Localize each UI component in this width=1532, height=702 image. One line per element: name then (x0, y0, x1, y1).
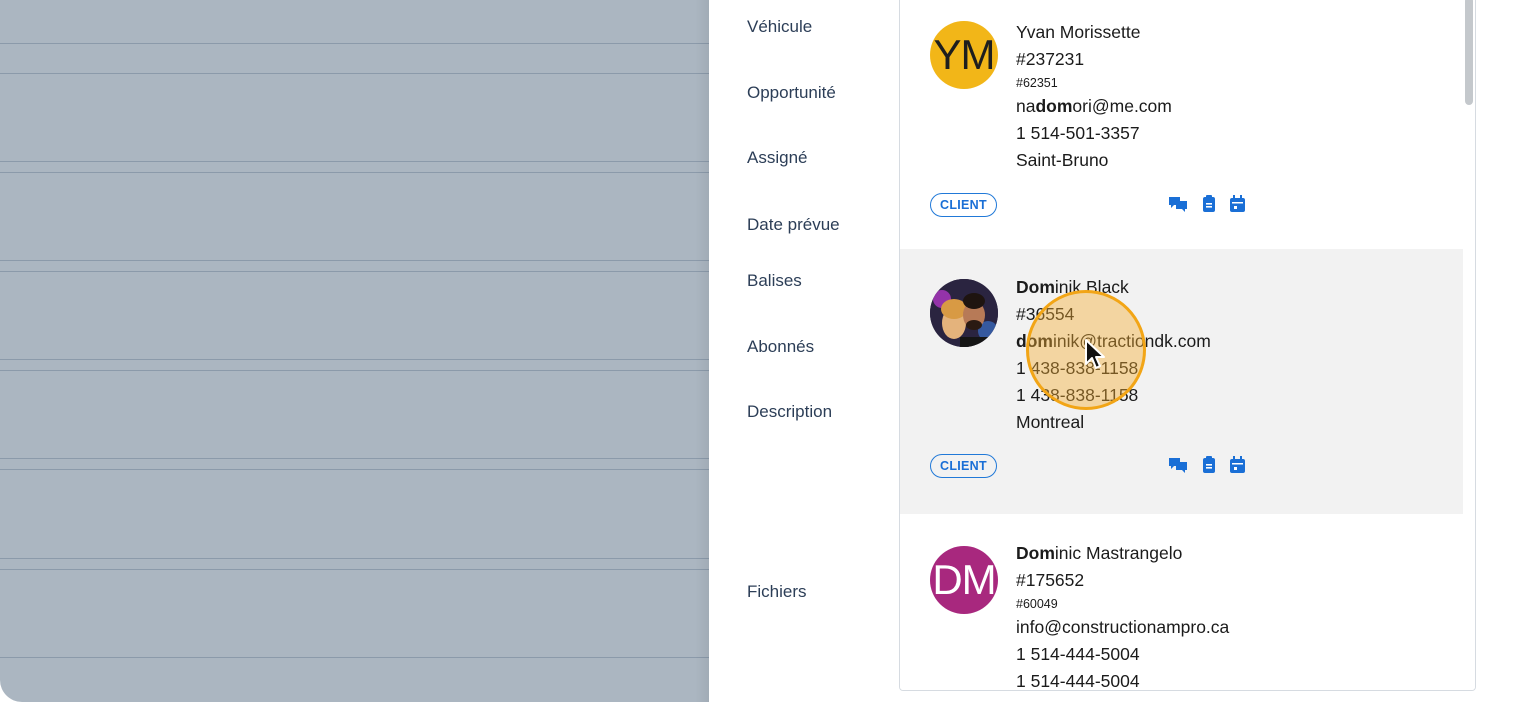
contact-email: info@constructionampro.ca (1016, 617, 1230, 637)
label-assigne: Assigné (747, 148, 808, 167)
contact-phone: 1 514-444-5004 (1016, 644, 1140, 664)
contact-actions (1168, 456, 1245, 473)
mouse-cursor-icon (1084, 338, 1108, 377)
avatar: DM (930, 546, 998, 614)
contact-name: Yvan Morissette (1016, 22, 1141, 42)
modal-backdrop (0, 0, 709, 702)
contact-result-item[interactable]: YM Yvan Morissette #237231 #62351 nadomo… (900, 0, 1463, 250)
contact-city: Montreal (1016, 412, 1085, 432)
label-fichiers: Fichiers (747, 582, 807, 601)
contact-phone: 1 514-501-3357 (1016, 123, 1140, 143)
label-balises: Balises (747, 271, 802, 290)
label-opportunite: Opportunité (747, 83, 836, 102)
label-abonnes: Abonnés (747, 337, 815, 356)
contact-sub-number: #62351 (1016, 76, 1058, 90)
avatar (930, 279, 998, 347)
contact-result-item[interactable]: Dominik Black #36554 dominik@tractiondk.… (900, 249, 1463, 515)
scrollbar[interactable] (1463, 0, 1475, 690)
contact-result-item[interactable]: DM Dominic Mastrangelo #175652 #60049 in… (900, 514, 1463, 691)
label-vehicule: Véhicule (747, 17, 813, 36)
contact-name: Dominic Mastrangelo (1016, 543, 1183, 563)
contact-search-results[interactable]: YM Yvan Morissette #237231 #62351 nadomo… (899, 0, 1476, 691)
contact-actions (1168, 195, 1245, 212)
client-badge: CLIENT (930, 193, 997, 217)
calendar-icon[interactable] (1230, 195, 1245, 212)
contact-city: Saint-Bruno (1016, 150, 1109, 170)
profile-photo (930, 279, 998, 347)
contact-email: nadomori@me.com (1016, 96, 1172, 116)
calendar-icon[interactable] (1230, 456, 1245, 473)
chat-icon[interactable] (1168, 196, 1188, 212)
contact-details: Yvan Morissette #237231 #62351 nadomori@… (1016, 19, 1172, 174)
contact-phone-alt: 1 514-444-5004 (1016, 671, 1140, 691)
contact-number: #237231 (1016, 49, 1085, 69)
contact-details: Dominic Mastrangelo #175652 #60049 info@… (1016, 540, 1230, 691)
contact-number: #175652 (1016, 570, 1085, 590)
clipboard-icon[interactable] (1202, 456, 1216, 473)
client-badge: CLIENT (930, 454, 997, 478)
label-date-prevue: Date prévue (747, 215, 840, 234)
clipboard-icon[interactable] (1202, 195, 1216, 212)
avatar: YM (930, 21, 998, 89)
scrollbar-thumb[interactable] (1465, 0, 1473, 105)
contact-sub-number: #60049 (1016, 597, 1058, 611)
label-description: Description (747, 402, 833, 421)
chat-icon[interactable] (1168, 457, 1188, 473)
